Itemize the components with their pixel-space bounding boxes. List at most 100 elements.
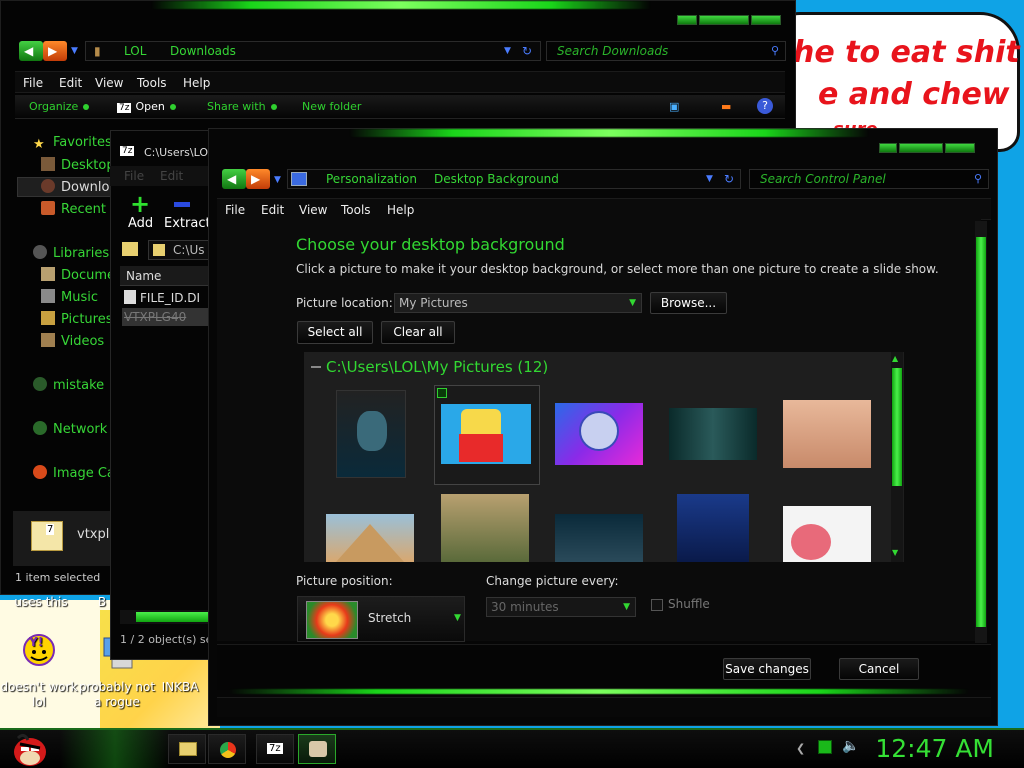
save-changes-button[interactable]: Save changes [723, 658, 811, 680]
taskbar-explorer[interactable] [168, 734, 206, 764]
close-button[interactable] [751, 15, 781, 25]
picture-gallery[interactable]: C:\Users\LOL\My Pictures (12) ▲ ▼ [304, 352, 904, 562]
scroll-thumb[interactable] [976, 237, 986, 627]
7zip-hscroll[interactable] [120, 610, 210, 624]
menu-file[interactable]: File [23, 76, 43, 90]
thumbnail-checkbox[interactable] [437, 388, 447, 398]
scroll-thumb[interactable] [892, 368, 902, 486]
forward-button[interactable]: ▶ [43, 41, 67, 61]
nav-recent[interactable]: Recent [41, 201, 106, 217]
7zip-extract-button[interactable]: Extract [164, 216, 211, 231]
refresh-icon[interactable]: ↻ [724, 172, 734, 186]
7zip-column-header[interactable]: Name [120, 266, 210, 286]
search-box[interactable]: Search Control Panel ⚲ [749, 169, 989, 189]
wallpaper-thumbnail[interactable] [555, 403, 643, 465]
personalization-window[interactable]: ◀ ▶ ▼ Personalization Desktop Background… [208, 128, 998, 726]
maximize-button[interactable] [899, 143, 943, 153]
gallery-scrollbar[interactable]: ▲ ▼ [891, 352, 903, 562]
7zip-path-bar[interactable]: C:\Us [148, 240, 210, 260]
collapse-group-icon[interactable] [311, 366, 321, 368]
nav-videos[interactable]: Videos [41, 333, 104, 349]
nav-libraries[interactable]: Libraries [33, 245, 109, 261]
taskbar-chrome[interactable] [208, 734, 246, 764]
menu-help[interactable]: Help [387, 203, 414, 217]
breadcrumb-downloads[interactable]: Downloads [170, 44, 236, 58]
maximize-button[interactable] [699, 15, 749, 25]
forward-button[interactable]: ▶ [246, 169, 270, 189]
action-center-icon[interactable] [818, 740, 832, 754]
scroll-down-icon[interactable]: ▼ [892, 548, 898, 557]
window-controls[interactable] [879, 143, 975, 157]
taskbar-clock[interactable]: 12:47 AM [875, 734, 994, 763]
desktop-icon-yahoo[interactable]: Y! doesn't work lol [0, 630, 80, 710]
taskbar-personalization[interactable] [298, 734, 336, 764]
window-controls[interactable] [677, 15, 781, 29]
address-bar[interactable]: Personalization Desktop Background ▼ ↻ [287, 169, 741, 189]
wallpaper-thumbnail[interactable] [677, 494, 749, 562]
wallpaper-thumbnail[interactable] [555, 514, 643, 562]
7zip-menu-file[interactable]: File [124, 169, 144, 183]
7zip-file-row[interactable]: FILE_ID.DI [124, 290, 200, 305]
volume-icon[interactable]: 🔈 [842, 738, 859, 754]
wallpaper-thumbnail[interactable] [441, 494, 529, 562]
nav-documents[interactable]: Docume [41, 267, 115, 283]
minimize-button[interactable] [879, 143, 897, 153]
menu-edit[interactable]: Edit [59, 76, 82, 90]
shuffle-checkbox[interactable] [651, 599, 663, 611]
7zip-window[interactable]: 7z C:\Users\LOL File Edit + Add Extract … [110, 130, 215, 660]
search-icon[interactable]: ⚲ [771, 44, 779, 57]
nav-favorites[interactable]: ★ Favorites [33, 135, 112, 152]
recent-pages-icon[interactable]: ▼ [274, 175, 281, 185]
nav-image-capture[interactable]: Image Ca [33, 465, 115, 481]
address-dropdown-icon[interactable]: ▼ [504, 46, 511, 56]
start-button[interactable] [8, 730, 50, 768]
new-folder-button[interactable]: New folder [302, 100, 361, 113]
desktop-icon-inkba[interactable]: INKBA [150, 680, 210, 695]
views-icon[interactable]: ▣ [669, 100, 679, 113]
menu-view[interactable]: View [95, 76, 123, 90]
7zip-file-row-selected[interactable]: VTXPLG40 [122, 308, 210, 326]
menu-edit[interactable]: Edit [261, 203, 284, 217]
breadcrumb-lol[interactable]: LOL [124, 44, 146, 58]
wallpaper-thumbnail[interactable] [783, 400, 871, 468]
change-interval-select[interactable]: 30 minutes ▼ [486, 597, 636, 617]
menu-file[interactable]: File [225, 203, 245, 217]
select-all-button[interactable]: Select all [297, 321, 373, 344]
refresh-icon[interactable]: ↻ [522, 44, 532, 58]
close-button[interactable] [945, 143, 975, 153]
clear-all-button[interactable]: Clear all [381, 321, 455, 344]
share-with-button[interactable]: Share with [207, 100, 277, 113]
wallpaper-thumbnail[interactable] [336, 390, 406, 478]
7zip-menu-edit[interactable]: Edit [160, 169, 183, 183]
wallpaper-thumbnail[interactable] [669, 408, 757, 460]
browse-button[interactable]: Browse... [650, 292, 727, 314]
menu-tools[interactable]: Tools [341, 203, 371, 217]
search-box[interactable]: Search Downloads ⚲ [546, 41, 786, 61]
nav-downloads[interactable]: Downloa [41, 179, 117, 195]
wallpaper-thumbnail[interactable] [326, 514, 414, 562]
picture-position-select[interactable]: Stretch ▼ [297, 596, 465, 642]
breadcrumb-personalization[interactable]: Personalization [326, 172, 417, 186]
menu-help[interactable]: Help [183, 76, 210, 90]
up-folder-icon[interactable] [122, 242, 138, 256]
nav-desktop[interactable]: Desktop [41, 157, 115, 173]
nav-network[interactable]: Network [33, 421, 107, 437]
address-dropdown-icon[interactable]: ▼ [706, 174, 713, 184]
wallpaper-thumbnail-selected[interactable] [434, 385, 540, 485]
nav-music[interactable]: Music [41, 289, 98, 305]
show-hidden-icons[interactable]: ❮ [796, 742, 805, 755]
open-button[interactable]: 7z Open [117, 100, 176, 113]
recent-pages-icon[interactable]: ▼ [71, 46, 78, 56]
minimize-button[interactable] [677, 15, 697, 25]
taskbar-7zip[interactable]: 7z [256, 734, 294, 764]
nav-pictures[interactable]: Pictures [41, 311, 112, 327]
wallpaper-thumbnail[interactable] [783, 506, 871, 562]
menu-tools[interactable]: Tools [137, 76, 167, 90]
cancel-button[interactable]: Cancel [839, 658, 919, 680]
scroll-thumb[interactable] [136, 612, 210, 622]
scroll-up-icon[interactable]: ▲ [892, 354, 898, 363]
picture-location-select[interactable]: My Pictures ▼ [394, 293, 642, 313]
help-icon[interactable]: ? [757, 98, 773, 114]
organize-button[interactable]: Organize [29, 100, 90, 113]
search-icon[interactable]: ⚲ [974, 172, 982, 185]
